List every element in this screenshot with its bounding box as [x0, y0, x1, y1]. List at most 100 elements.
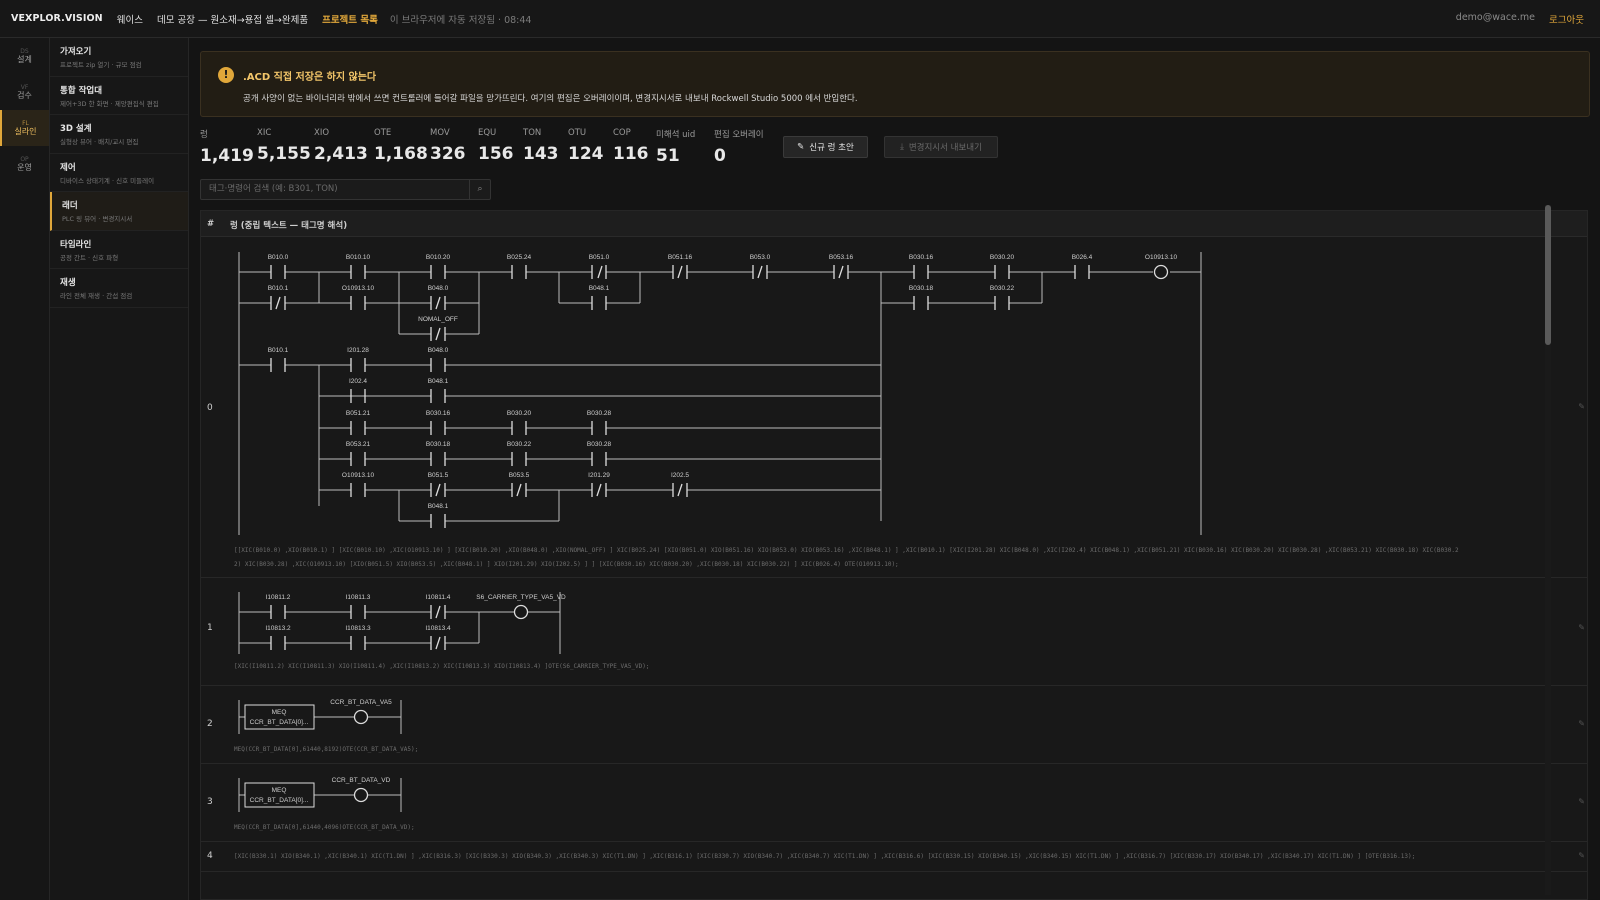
block-operand: CCR_BT_DATA[0]... [250, 797, 309, 804]
stat-ote: OTE 1,168 [374, 128, 428, 164]
contact-label: B010.20 [426, 254, 451, 261]
sidebar-item-title: 통합 작업대 [60, 85, 103, 96]
search-icon[interactable]: ⌕ [469, 180, 490, 199]
contact-label: B053.0 [750, 254, 771, 261]
sidebar-item-title: 가져오기 [60, 47, 92, 57]
contact-label: B010.0 [268, 254, 289, 261]
contact-label: B030.22 [507, 441, 532, 448]
rail-item-live-line[interactable]: FL 실라인 [0, 110, 49, 146]
stat-label: EQU [478, 128, 497, 138]
sidebar-item-3d-design[interactable]: 3D 설계 실형상 뷰어 · 배치/교시 편집 [50, 115, 188, 154]
breadcrumb-factory[interactable]: 데모 공장 — 원소재→용접 셀→완제품 [157, 12, 308, 26]
search-placeholder: 태그·명령어 검색 (예: B301, TON) [209, 184, 338, 194]
contact-label: B048.1 [428, 503, 449, 510]
stat-label: 렁 [200, 130, 208, 140]
sidebar-item-desc: 공정 간트 · 신호 파형 [60, 253, 119, 262]
edit-icon[interactable]: ✎ [1578, 797, 1585, 806]
warning-body: 공개 사양이 없는 바이너리라 밖에서 쓰면 컨트롤러에 들어갈 파일을 망가뜨… [243, 94, 858, 104]
new-rung-button[interactable]: ✎ 신규 렁 초안 [783, 136, 868, 158]
sidebar-item-desc: 라인 전체 재생 · 간섭 점검 [60, 292, 133, 300]
coil-label: S6_CARRIER_TYPE_VA5_VD [476, 594, 566, 601]
sidebar-item-title: 래더 [62, 201, 78, 211]
stat-edit-overlay: 편집 오버레이 0 [714, 128, 764, 166]
sidebar-item-replay[interactable]: 재생 라인 전체 재생 · 간섭 점검 [50, 269, 188, 308]
sidebar-item-timeline[interactable]: 타임라인공정 간트 · 신호 파형 [50, 231, 188, 269]
rail-abbr: DS [20, 47, 29, 55]
rung-text-cont: 2) XIC(B030.28) ,XIC(O10913.10) [XIO(B05… [234, 561, 899, 568]
scrollbar-thumb[interactable] [1545, 205, 1551, 345]
block-label: MEQ [272, 787, 287, 794]
contact-label: B030.28 [587, 410, 612, 417]
contact-label: B010.1 [268, 285, 289, 292]
stat-label: 미해석 uid [656, 130, 696, 140]
stat-value: 2,413 [314, 144, 368, 164]
stat-otu: OTU 124 [568, 128, 604, 164]
column-number-header: # [207, 219, 215, 229]
rung-text: [[XIC(B010.0) ,XIO(B010.1) ] [XIC(B010.1… [234, 547, 1459, 554]
export-label: 변경지시서 내보내기 [908, 143, 982, 153]
table-row[interactable]: 2 MEQ CCR_BT_DATA[0]... CCR_BT_DATA_VA5 … [201, 686, 1587, 764]
contact-label: B048.1 [428, 378, 449, 385]
sidebar-item-ladder[interactable]: 래더 PLC 링 뷰어 · 변경지시서 [50, 192, 188, 231]
stat-rungs: 렁 1,419 [200, 128, 254, 166]
contact-label: B048.0 [428, 347, 449, 354]
rung-list-header: # 렁 (중립 텍스트 — 태그명 해석) [201, 211, 1587, 237]
stat-mov: MOV 326 [430, 128, 466, 164]
edit-icon[interactable]: ✎ [1578, 402, 1585, 411]
table-row[interactable]: 1 I10811.2 I10811.3 I10811.4 S6_CARRIER_… [201, 578, 1587, 686]
main-content: ! .ACD 직접 저장은 하지 않는다 공개 사양이 없는 바이너리라 밖에서… [200, 38, 1600, 900]
contact-label: B025.24 [507, 254, 532, 261]
contact-label: B030.20 [990, 254, 1015, 261]
stat-value: 1,419 [200, 146, 254, 166]
stat-value: 124 [568, 144, 604, 164]
project-list-link[interactable]: 프로젝트 목록 [322, 12, 378, 26]
new-rung-label: 신규 렁 초안 [809, 143, 854, 153]
stat-xic: XIC 5,155 [257, 128, 311, 164]
sidebar-item-desc: 디바이스 상태기계 · 신호 미들레이 [60, 176, 155, 185]
contact-label: I10811.4 [426, 594, 451, 601]
rail-label: 검수 [17, 90, 32, 100]
rung-text: MEQ(CCR_BT_DATA[0],61440,8192)OTE(CCR_BT… [234, 746, 419, 753]
rail-label: 실라인 [14, 126, 37, 136]
sidebar-item-desc: 제어+3D 한 화면 · 제앙편집식 편집 [60, 99, 159, 108]
contact-label: I201.28 [347, 347, 369, 354]
rail-item-verify[interactable]: VF 검수 [0, 74, 49, 110]
table-row[interactable]: 0 B010.0 B010.10 B010.20 B025.24 B051.0 … [201, 237, 1587, 578]
edit-icon[interactable]: ✎ [1578, 623, 1585, 632]
contact-label: B053.21 [346, 441, 371, 448]
stat-value: 5,155 [257, 144, 311, 164]
contact-label: O10913.10 [342, 285, 375, 292]
rail-item-design[interactable]: DS 설계 [0, 38, 49, 74]
coil-label: CCR_BT_DATA_VD [332, 777, 391, 784]
contact-label: B030.20 [507, 410, 532, 417]
export-change-order-button[interactable]: ⤓ 변경지시서 내보내기 [884, 136, 998, 158]
column-rung-header: 렁 (중립 텍스트 — 태그명 해석) [230, 221, 348, 231]
search-input[interactable]: 태그·명령어 검색 (예: B301, TON) ⌕ [200, 179, 491, 200]
table-row[interactable]: 3 MEQ CCR_BT_DATA[0]... CCR_BT_DATA_VD M… [201, 764, 1587, 842]
scrollbar[interactable] [1545, 205, 1551, 895]
sidebar-item-title: 타임라인 [60, 239, 92, 250]
warning-banner: ! .ACD 직접 저장은 하지 않는다 공개 사양이 없는 바이너리라 밖에서… [200, 51, 1590, 117]
breadcrumb-workspace[interactable]: 웨이스 [117, 12, 143, 26]
contact-label: B030.16 [909, 254, 934, 261]
contact-label: B010.1 [268, 347, 289, 354]
sidebar-item-import[interactable]: 가져오기 프로젝트 zip 열기 · 규모 점검 [50, 38, 188, 77]
table-row[interactable]: 4 [XIC(B330.1) XIO(B340.1) ,XIC(B340.1) … [201, 842, 1587, 872]
edit-icon[interactable]: ✎ [1578, 719, 1585, 728]
pencil-icon: ✎ [797, 142, 805, 152]
sidebar-item-control[interactable]: 제어디바이스 상태기계 · 신호 미들레이 [50, 154, 188, 192]
app-logo[interactable]: VEXPLOR.VISION [11, 13, 103, 24]
stat-cop: COP 116 [613, 128, 649, 164]
logout-link[interactable]: 로그아웃 [1549, 12, 1584, 26]
contact-label: I202.4 [349, 378, 367, 385]
sidebar-item-title: 제어 [60, 162, 76, 173]
rung-text: MEQ(CCR_BT_DATA[0],61440,4096)OTE(CCR_BT… [234, 824, 415, 831]
contact-label: B026.4 [1072, 254, 1093, 261]
contact-label: I10813.3 [345, 625, 371, 632]
sidebar-item-workbench[interactable]: 통합 작업대제어+3D 한 화면 · 제앙편집식 편집 [50, 77, 188, 115]
edit-icon[interactable]: ✎ [1578, 851, 1585, 860]
contact-label: B053.5 [509, 472, 530, 479]
rail-item-operate[interactable]: OP 운영 [0, 146, 49, 182]
contact-label: I10811.3 [346, 594, 371, 601]
block-label: MEQ [272, 709, 287, 716]
